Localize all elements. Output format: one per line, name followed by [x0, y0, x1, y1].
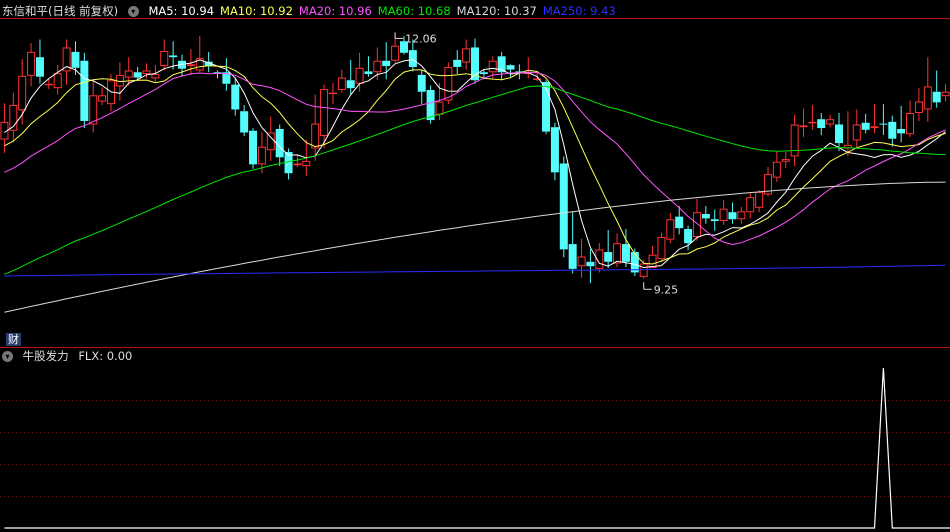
candle-body	[568, 244, 577, 269]
price-annotation: 9.25	[654, 283, 679, 296]
candle-body	[835, 124, 844, 144]
candle-body	[621, 244, 630, 262]
candle-body	[914, 101, 923, 114]
candle-body	[337, 77, 346, 90]
candle-body	[506, 65, 515, 70]
candle-body	[124, 70, 133, 78]
candle-body	[364, 71, 373, 75]
candle-body	[826, 119, 835, 125]
candle-body	[311, 123, 320, 149]
candle-body	[550, 127, 559, 173]
candle-body	[44, 83, 53, 86]
candle-body	[160, 51, 169, 67]
candle-body	[932, 91, 941, 103]
candle-body	[666, 219, 675, 240]
ma-line-ma60	[4, 85, 946, 275]
candle-body	[728, 212, 737, 220]
candle-body	[35, 57, 44, 77]
candle-body	[657, 237, 666, 260]
candle-body	[382, 60, 391, 67]
ma-line-ma250	[4, 264, 946, 277]
candle-body	[133, 72, 142, 78]
candle-body	[462, 48, 471, 63]
candle-body	[604, 252, 613, 262]
candle-body	[488, 60, 497, 73]
candle-body	[98, 95, 107, 102]
candle-body	[249, 130, 258, 165]
candle-body	[613, 243, 622, 264]
candle-body	[355, 67, 364, 84]
ma-line-ma20	[4, 71, 946, 246]
candle-body	[772, 161, 781, 178]
candle-body	[559, 163, 568, 250]
candle-body	[231, 84, 240, 110]
candle-body	[391, 45, 400, 61]
candle-body	[684, 229, 693, 244]
candle-body	[586, 261, 595, 267]
candle-body	[169, 55, 178, 58]
candle-body	[71, 51, 80, 68]
candle-body	[142, 70, 151, 75]
candle-body	[737, 211, 746, 220]
candle-body	[346, 80, 355, 89]
candle-body	[453, 59, 462, 67]
candle-body	[639, 263, 648, 277]
candle-body	[710, 219, 719, 222]
candle-body	[417, 74, 426, 92]
candle-body	[790, 124, 799, 157]
candle-body	[444, 66, 453, 101]
candle-body	[897, 128, 906, 134]
candle-body	[781, 159, 790, 162]
candle-body	[648, 254, 657, 268]
candle-body	[240, 111, 249, 133]
candle-body	[275, 128, 284, 158]
candle-body	[328, 92, 337, 95]
candle-body	[808, 121, 817, 124]
candle-body	[817, 119, 826, 129]
candle-body	[692, 212, 701, 237]
candlestick-chart[interactable]: 12.06 9.25	[0, 0, 950, 532]
candle-body	[746, 197, 755, 213]
candle-body	[755, 191, 764, 208]
candle-body	[435, 101, 444, 115]
candle-body	[80, 60, 89, 121]
flx-line	[4, 367, 950, 529]
candle-body	[151, 74, 160, 79]
candle-body	[27, 51, 36, 76]
candle-body	[879, 123, 888, 125]
candle-body	[888, 121, 897, 139]
price-annotation: 12.06	[405, 32, 437, 45]
candle-body	[799, 125, 808, 128]
candle-body	[479, 72, 488, 75]
candle-body	[18, 75, 27, 111]
candle-body	[293, 163, 302, 166]
candle-body	[257, 146, 266, 165]
candle-body	[719, 208, 728, 222]
candle-body	[923, 86, 932, 110]
candle-body	[577, 256, 586, 267]
candle-body	[89, 95, 98, 125]
candle-body	[320, 89, 329, 137]
candle-body	[870, 126, 879, 129]
candle-body	[53, 73, 62, 89]
candle-body	[941, 91, 950, 97]
candle-body	[852, 124, 861, 141]
candle-body	[186, 64, 195, 67]
ma-line-ma5	[4, 59, 946, 269]
candle-body	[906, 113, 915, 135]
candle-body	[266, 132, 275, 151]
candle-body	[701, 213, 710, 219]
candle-body	[675, 216, 684, 229]
ma-line-ma120	[4, 181, 946, 313]
candle-body	[302, 160, 311, 167]
candle-body	[373, 60, 382, 73]
candle-body	[408, 50, 417, 67]
candle-body	[861, 122, 870, 130]
